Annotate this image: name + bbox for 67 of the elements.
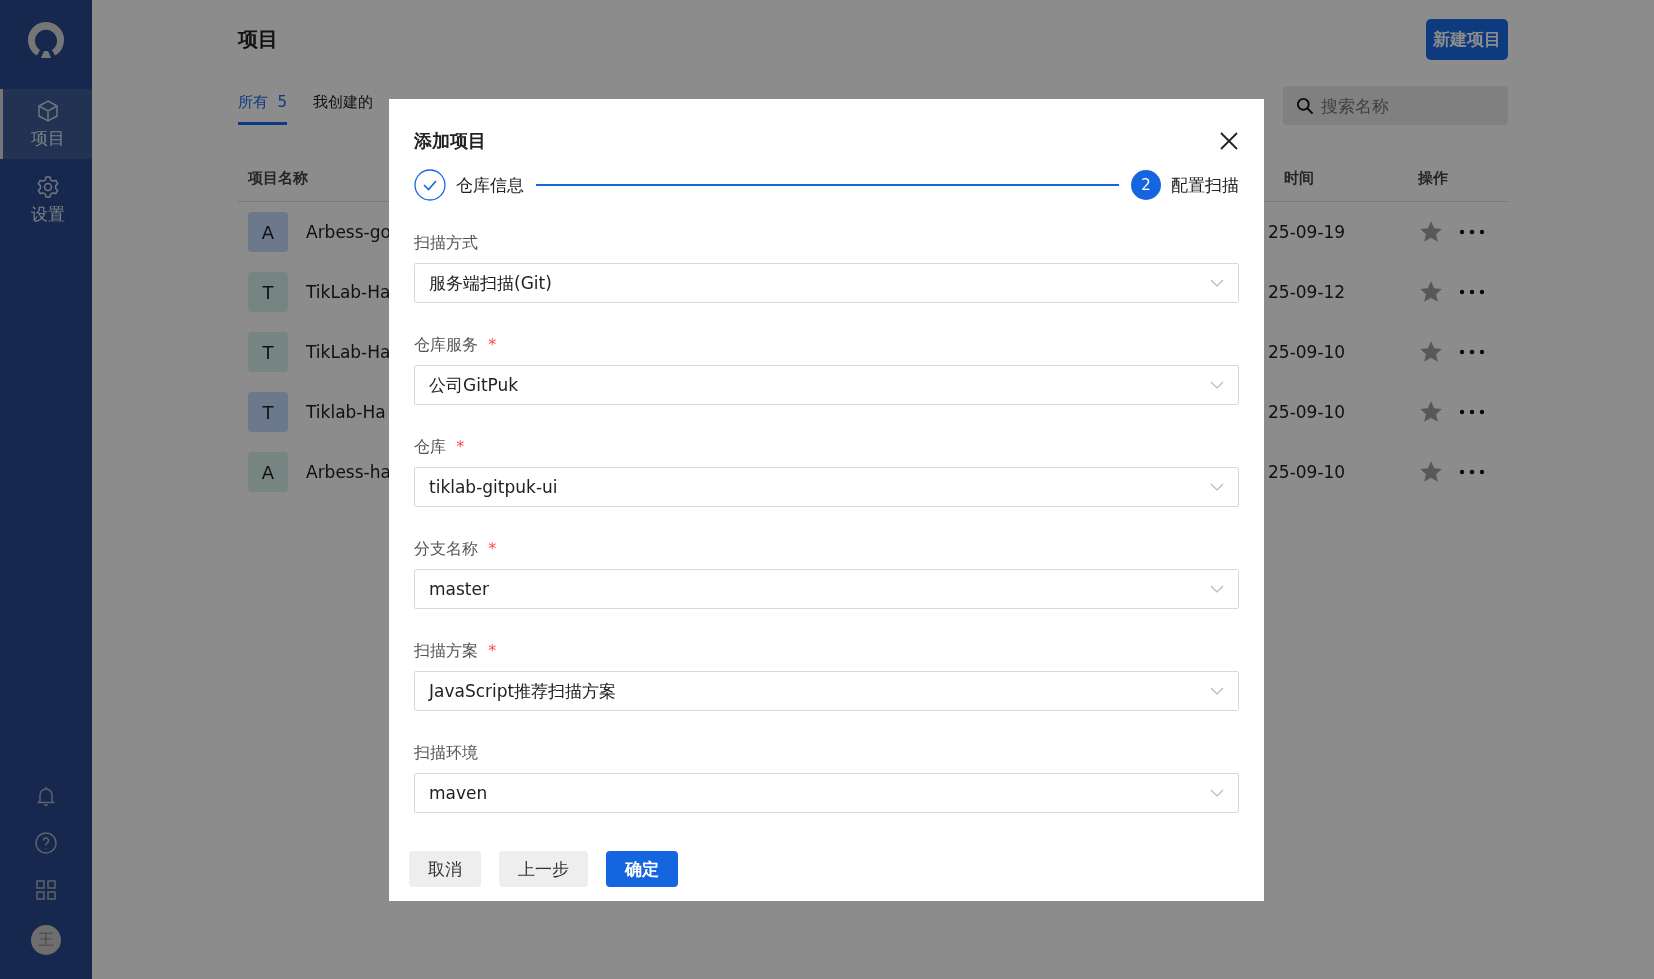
date-cell-text: 25-09-12 xyxy=(1267,282,1347,302)
field-label: 分支名称 * xyxy=(414,538,497,560)
more-icon[interactable] xyxy=(1458,468,1486,476)
project-avatar: A xyxy=(248,212,288,252)
dialog-title: 添加项目 xyxy=(414,129,486,153)
chevron-icon xyxy=(1210,483,1224,491)
more-icon[interactable] xyxy=(1458,348,1486,356)
settings-icon xyxy=(35,174,60,199)
select-field[interactable]: 服务端扫描(Git) xyxy=(414,263,1239,303)
help-icon[interactable] xyxy=(34,831,58,855)
chevron-icon xyxy=(1210,585,1224,593)
select-field[interactable]: JavaScript推荐扫描方案 xyxy=(414,671,1239,711)
star-icon[interactable] xyxy=(1418,219,1444,245)
project-name[interactable]: Arbess-go xyxy=(306,222,391,242)
field-label: 扫描方案 * xyxy=(414,640,497,662)
project-avatar: T xyxy=(248,272,288,312)
column-header: 操作 xyxy=(1418,168,1448,188)
star-icon[interactable] xyxy=(1418,459,1444,485)
star-icon[interactable] xyxy=(1418,399,1444,425)
new-project-button[interactable]: 新建项目 xyxy=(1426,18,1508,60)
field-label: 仓库服务 * xyxy=(414,334,497,356)
column-header: 项目名称 xyxy=(247,168,308,188)
chevron-icon xyxy=(1210,687,1224,695)
field-label: 扫描环境 xyxy=(414,742,478,764)
logo-icon xyxy=(26,20,66,60)
tab[interactable]: 我创建的 xyxy=(313,86,374,125)
star-icon[interactable] xyxy=(1418,279,1444,305)
project-avatar: T xyxy=(248,392,288,432)
step-label: 仓库信息 xyxy=(456,173,524,197)
cube-icon xyxy=(35,98,60,123)
project-name[interactable]: Tiklab-Ha xyxy=(306,402,386,422)
page-title: 项目 xyxy=(238,25,278,53)
more-icon[interactable] xyxy=(1458,288,1486,296)
sidebar-item[interactable]: 项目 xyxy=(0,89,92,159)
more-icon[interactable] xyxy=(1458,408,1486,416)
project-avatar: A xyxy=(248,452,288,492)
search-field[interactable]: 搜索名称 xyxy=(1283,86,1508,125)
grid-icon[interactable] xyxy=(34,878,58,902)
select-field[interactable]: tiklab-gitpuk-ui xyxy=(414,467,1239,507)
date-cell-text: 25-09-19 xyxy=(1267,222,1347,242)
sidebar-item[interactable]: 设置 xyxy=(0,165,92,235)
select-field[interactable]: maven xyxy=(414,773,1239,813)
confirm-button[interactable]: 确定 xyxy=(606,851,678,887)
project-name[interactable]: TikLab-Ha xyxy=(306,282,391,302)
step-number: 2 xyxy=(1131,170,1161,200)
chevron-icon xyxy=(1210,381,1224,389)
project-avatar: T xyxy=(248,332,288,372)
chevron-icon xyxy=(1210,279,1224,287)
column-header: 时间 xyxy=(1283,168,1314,188)
select-field[interactable]: master xyxy=(414,569,1239,609)
close-icon[interactable] xyxy=(1219,131,1239,151)
tab[interactable]: 所有 5 xyxy=(238,86,288,125)
step-label: 配置扫描 xyxy=(1171,173,1239,197)
field-label: 扫描方式 xyxy=(414,232,478,254)
field-label: 仓库 * xyxy=(414,436,465,458)
secondary-button[interactable]: 上一步 xyxy=(499,851,588,887)
date-cell-text: 25-09-10 xyxy=(1267,402,1347,422)
date-cell-text: 25-09-10 xyxy=(1267,462,1347,482)
secondary-button[interactable]: 取消 xyxy=(409,851,481,887)
project-name[interactable]: Arbess-ha xyxy=(306,462,391,482)
more-icon[interactable] xyxy=(1458,228,1486,236)
bell-icon[interactable] xyxy=(34,784,58,808)
select-field[interactable]: 公司GitPuk xyxy=(414,365,1239,405)
chevron-icon xyxy=(1210,789,1224,797)
star-icon[interactable] xyxy=(1418,339,1444,365)
date-cell-text: 25-09-10 xyxy=(1267,342,1347,362)
project-name[interactable]: TikLab-Ha xyxy=(306,342,391,362)
